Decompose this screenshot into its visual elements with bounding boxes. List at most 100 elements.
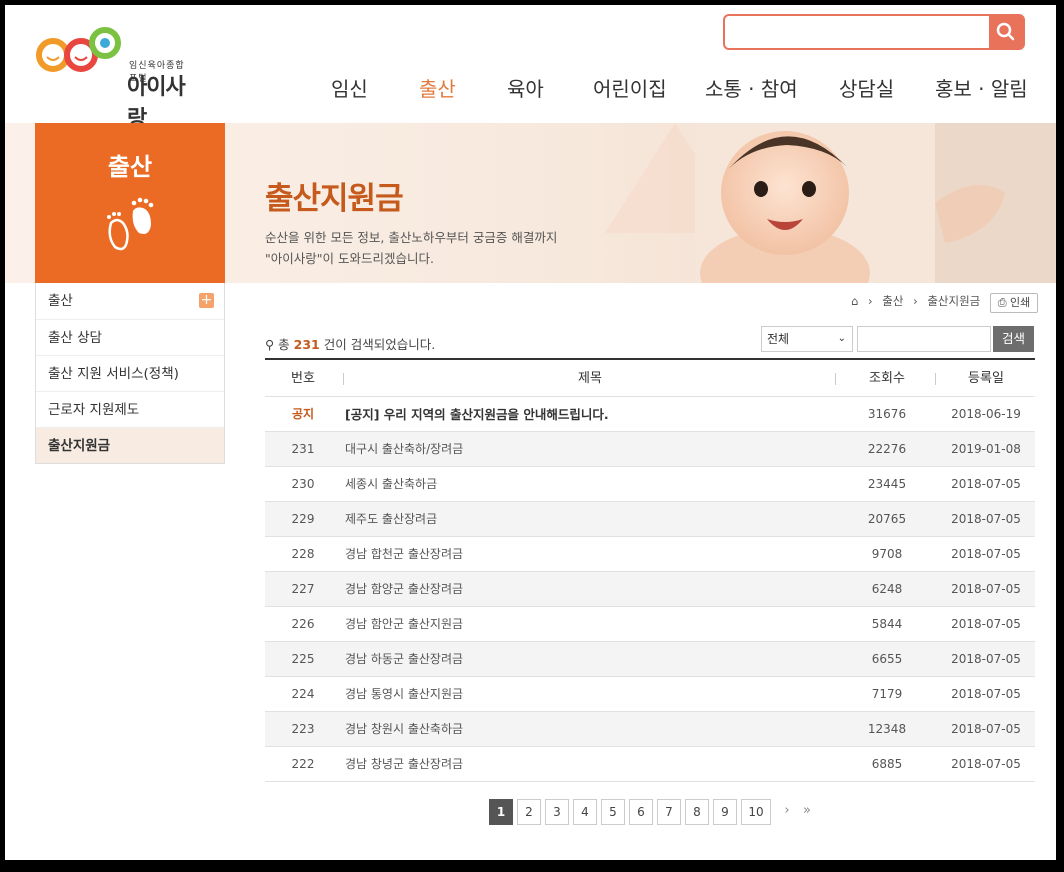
page-5[interactable]: 5 [601, 799, 625, 825]
table-row[interactable]: 231 대구시 출산축하/장려금 22276 2019-01-08 [265, 432, 1035, 467]
home-icon[interactable]: ⌂ [851, 294, 858, 308]
side-menu: 출산 + 출산 상담 출산 지원 서비스(정책) 근로자 지원제도 출산지원금 [35, 283, 225, 464]
row-views: 5844 [871, 617, 903, 631]
row-title-link[interactable]: 세종시 출산축하금 [345, 467, 437, 501]
page-3[interactable]: 3 [545, 799, 569, 825]
page-7[interactable]: 7 [657, 799, 681, 825]
side-menu-birth[interactable]: 출산 + [36, 283, 224, 319]
row-date: 2018-07-05 [951, 512, 1021, 526]
row-title-link[interactable]: 경남 하동군 출산장려금 [345, 642, 463, 676]
table-row[interactable]: 229 제주도 출산장려금 20765 2018-07-05 [265, 502, 1035, 537]
page-2[interactable]: 2 [517, 799, 541, 825]
result-count: ⚲ 총 231 건이 검색되었습니다. [265, 334, 435, 353]
nav-birth[interactable]: 출산 [419, 73, 456, 102]
logo-mark-icon [36, 27, 121, 72]
table-row[interactable]: 228 경남 합천군 출산장려금 9708 2018-07-05 [265, 537, 1035, 572]
row-title-link[interactable]: 제주도 출산장려금 [345, 502, 437, 536]
row-title-link[interactable]: 경남 합천군 출산장려금 [345, 537, 463, 571]
header-title: 제목 [578, 371, 602, 386]
filter-select[interactable]: 전체 ⌄ [761, 326, 853, 352]
result-suffix: 건이 검색되었습니다. [323, 337, 436, 352]
browser-page: 임신육아종합포털 아이사랑 임신 출산 육아 어린이집 소통 · 참여 상담실 … [0, 0, 1064, 872]
row-num: 공지 [291, 407, 315, 421]
row-title-link[interactable]: 경남 함안군 출산지원금 [345, 607, 463, 641]
site-search [723, 14, 1025, 50]
row-num: 229 [291, 512, 315, 526]
row-views: 31676 [867, 407, 907, 421]
row-title-link[interactable]: 경남 창원시 출산축하금 [345, 712, 463, 746]
page-8[interactable]: 8 [685, 799, 709, 825]
table-row[interactable]: 223 경남 창원시 출산축하금 12348 2018-07-05 [265, 712, 1035, 747]
site-header: 임신육아종합포털 아이사랑 임신 출산 육아 어린이집 소통 · 참여 상담실 … [5, 5, 1056, 132]
page-1[interactable]: 1 [489, 799, 513, 825]
row-num: 226 [291, 617, 315, 631]
row-views: 23445 [867, 477, 907, 491]
row-views: 6655 [871, 652, 903, 666]
page-9[interactable]: 9 [713, 799, 737, 825]
header-num: 번호 [291, 371, 315, 386]
baby-feet-icon [107, 197, 154, 251]
table-row[interactable]: 226 경남 함안군 출산지원금 5844 2018-07-05 [265, 607, 1035, 642]
header-divider [935, 373, 936, 385]
side-menu-label: 출산 상담 [48, 330, 102, 346]
page-6[interactable]: 6 [629, 799, 653, 825]
side-menu-support-service[interactable]: 출산 지원 서비스(정책) [36, 355, 224, 391]
row-num: 223 [291, 722, 315, 736]
lnb-header: 출산 [35, 123, 225, 283]
nav-news[interactable]: 홍보 · 알림 [935, 73, 1028, 102]
breadcrumb-sep: › [867, 294, 873, 308]
row-title-link[interactable]: 경남 창녕군 출산장려금 [345, 747, 463, 781]
side-menu-counseling[interactable]: 출산 상담 [36, 319, 224, 355]
breadcrumb-sep: › [913, 294, 918, 308]
chevron-down-icon: ⌄ [837, 333, 846, 344]
baby-photo [695, 123, 1055, 283]
last-page-icon[interactable]: » [795, 799, 819, 825]
search-button[interactable] [989, 16, 1023, 48]
notice-row[interactable]: 공지 [공지] 우리 지역의 출산지원금을 안내해드립니다. 31676 201… [265, 397, 1035, 432]
row-date: 2019-01-08 [951, 442, 1021, 456]
row-date: 2018-07-05 [951, 652, 1021, 666]
breadcrumb-item[interactable]: 출산 [882, 294, 903, 308]
row-title-link[interactable]: [공지] 우리 지역의 출산지원금을 안내해드립니다. [345, 397, 609, 431]
result-prefix: 총 [278, 337, 290, 352]
page-10[interactable]: 10 [741, 799, 771, 825]
nav-pregnancy[interactable]: 임신 [331, 73, 368, 102]
row-date: 2018-06-19 [951, 407, 1021, 421]
row-date: 2018-07-05 [951, 547, 1021, 561]
table-row[interactable]: 225 경남 하동군 출산장려금 6655 2018-07-05 [265, 642, 1035, 677]
breadcrumb-item[interactable]: 출산지원금 [927, 294, 980, 308]
printer-icon: ⎙ [997, 296, 1007, 309]
nav-community[interactable]: 소통 · 참여 [705, 73, 798, 102]
row-views: 6248 [871, 582, 903, 596]
nav-daycare[interactable]: 어린이집 [593, 73, 667, 102]
table-header: 번호 제목 조회수 등록일 [265, 360, 1035, 397]
print-button[interactable]: ⎙ 인쇄 [990, 293, 1038, 313]
banner-description: 순산을 위한 모든 정보, 출산노하우부터 궁금증 해결까지 "아이사랑"이 도… [265, 227, 557, 269]
table-row[interactable]: 227 경남 함양군 출산장려금 6248 2018-07-05 [265, 572, 1035, 607]
nav-parenting[interactable]: 육아 [507, 73, 544, 102]
row-title-link[interactable]: 경남 함양군 출산장려금 [345, 572, 463, 606]
board-search-button[interactable]: 검색 [993, 326, 1034, 352]
table-row[interactable]: 230 세종시 출산축하금 23445 2018-07-05 [265, 467, 1035, 502]
board-table: 번호 제목 조회수 등록일 공지 [공지] 우리 지역의 출산지원금을 안내해드… [265, 358, 1035, 782]
row-title-link[interactable]: 대구시 출산축하/장려금 [345, 432, 463, 466]
row-views: 20765 [867, 512, 907, 526]
nav-counseling[interactable]: 상담실 [839, 73, 894, 102]
row-title-link[interactable]: 경남 통영시 출산지원금 [345, 677, 463, 711]
filter-selected: 전체 [767, 332, 790, 346]
row-date: 2018-07-05 [951, 722, 1021, 736]
row-views: 7179 [871, 687, 903, 701]
table-row[interactable]: 222 경남 창녕군 출산장려금 6885 2018-07-05 [265, 747, 1035, 782]
side-menu-subsidy[interactable]: 출산지원금 [36, 427, 224, 463]
header-divider [835, 373, 836, 385]
table-row[interactable]: 224 경남 통영시 출산지원금 7179 2018-07-05 [265, 677, 1035, 712]
side-menu-label: 출산 [48, 293, 73, 309]
plus-icon[interactable]: + [199, 293, 214, 308]
search-input[interactable] [731, 20, 987, 44]
search-icon [996, 22, 1015, 41]
side-menu-worker-support[interactable]: 근로자 지원제도 [36, 391, 224, 427]
board-search-input[interactable] [857, 326, 991, 352]
breadcrumb: ⌂ › 출산 › 출산지원금 [851, 293, 986, 309]
search-icon: ⚲ [265, 337, 275, 352]
page-4[interactable]: 4 [573, 799, 597, 825]
